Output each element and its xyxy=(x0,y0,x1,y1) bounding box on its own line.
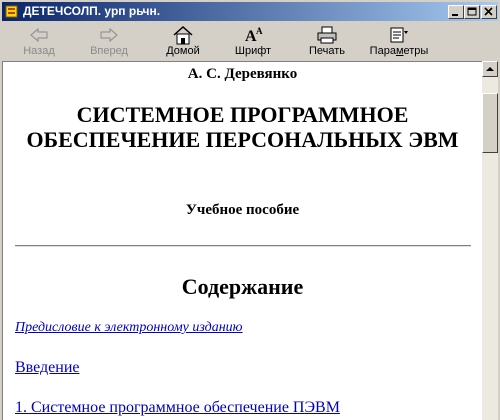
maximize-icon xyxy=(467,7,477,16)
maximize-button[interactable] xyxy=(464,5,480,19)
home-button[interactable]: Домой xyxy=(158,22,208,60)
minimize-button[interactable] xyxy=(448,5,464,19)
home-icon xyxy=(173,25,193,45)
font-label: Шрифт xyxy=(234,45,272,57)
options-button[interactable]: Параметры xyxy=(366,22,432,60)
forward-button[interactable]: Вперед xyxy=(80,22,138,60)
vertical-scrollbar[interactable] xyxy=(482,61,498,420)
options-label-suffix: етры xyxy=(403,45,429,57)
scroll-up-arrow-icon xyxy=(486,67,494,71)
font-icon: A A xyxy=(245,26,263,45)
font-button[interactable]: A A Шрифт xyxy=(228,22,278,60)
svg-text:A: A xyxy=(256,26,263,36)
scroll-thumb[interactable] xyxy=(482,93,498,153)
print-label: Печать xyxy=(308,45,346,57)
home-label: Домой xyxy=(166,45,200,57)
book-subtitle: Учебное пособие xyxy=(185,202,300,218)
forward-arrow-icon xyxy=(100,27,118,43)
title-bar[interactable]: ДЕТЕЧСОЛП. урп рьчн. xyxy=(2,2,498,21)
toolbar: Назад Вперед Домой A A Шрифт Печать Пара… xyxy=(2,22,498,60)
options-label-hotkey: м xyxy=(395,45,404,57)
document-view[interactable]: А. С. Деревянко СИСТЕМНОЕ ПРОГРАММНОЕ ОБ… xyxy=(2,61,482,420)
toc-heading: Содержание xyxy=(181,274,304,299)
back-arrow-icon xyxy=(30,27,48,43)
options-icon xyxy=(390,27,408,43)
printer-icon xyxy=(317,26,337,44)
toc-link-chapter-1[interactable]: 1. Системное программное обеспечение ПЭВ… xyxy=(15,399,340,417)
back-label: Назад xyxy=(23,45,55,57)
horizontal-divider xyxy=(15,245,471,247)
help-book-icon xyxy=(5,5,18,18)
toc-link-introduction[interactable]: Введение xyxy=(15,359,80,377)
book-title: СИСТЕМНОЕ ПРОГРАММНОЕ ОБЕСПЕЧЕНИЕ ПЕРСОН… xyxy=(26,102,459,152)
close-icon xyxy=(484,7,493,16)
print-button[interactable]: Печать xyxy=(302,22,352,60)
back-button[interactable]: Назад xyxy=(14,22,64,60)
close-button[interactable] xyxy=(481,5,497,19)
options-label: Параметры xyxy=(366,45,432,57)
help-window: ДЕТЕЧСОЛП. урп рьчн. Назад Вперед Домой … xyxy=(0,0,500,420)
author-name: А. С. Деревянко xyxy=(187,66,298,82)
window-title: ДЕТЕЧСОЛП. урп рьчн. xyxy=(23,4,161,18)
scroll-up-button[interactable] xyxy=(482,61,498,77)
options-label-prefix: Пара xyxy=(369,45,396,57)
toc-link-preface[interactable]: Предисловие к электронному изданию xyxy=(15,320,243,336)
forward-label: Вперед xyxy=(90,45,128,57)
minimize-icon xyxy=(452,14,458,16)
